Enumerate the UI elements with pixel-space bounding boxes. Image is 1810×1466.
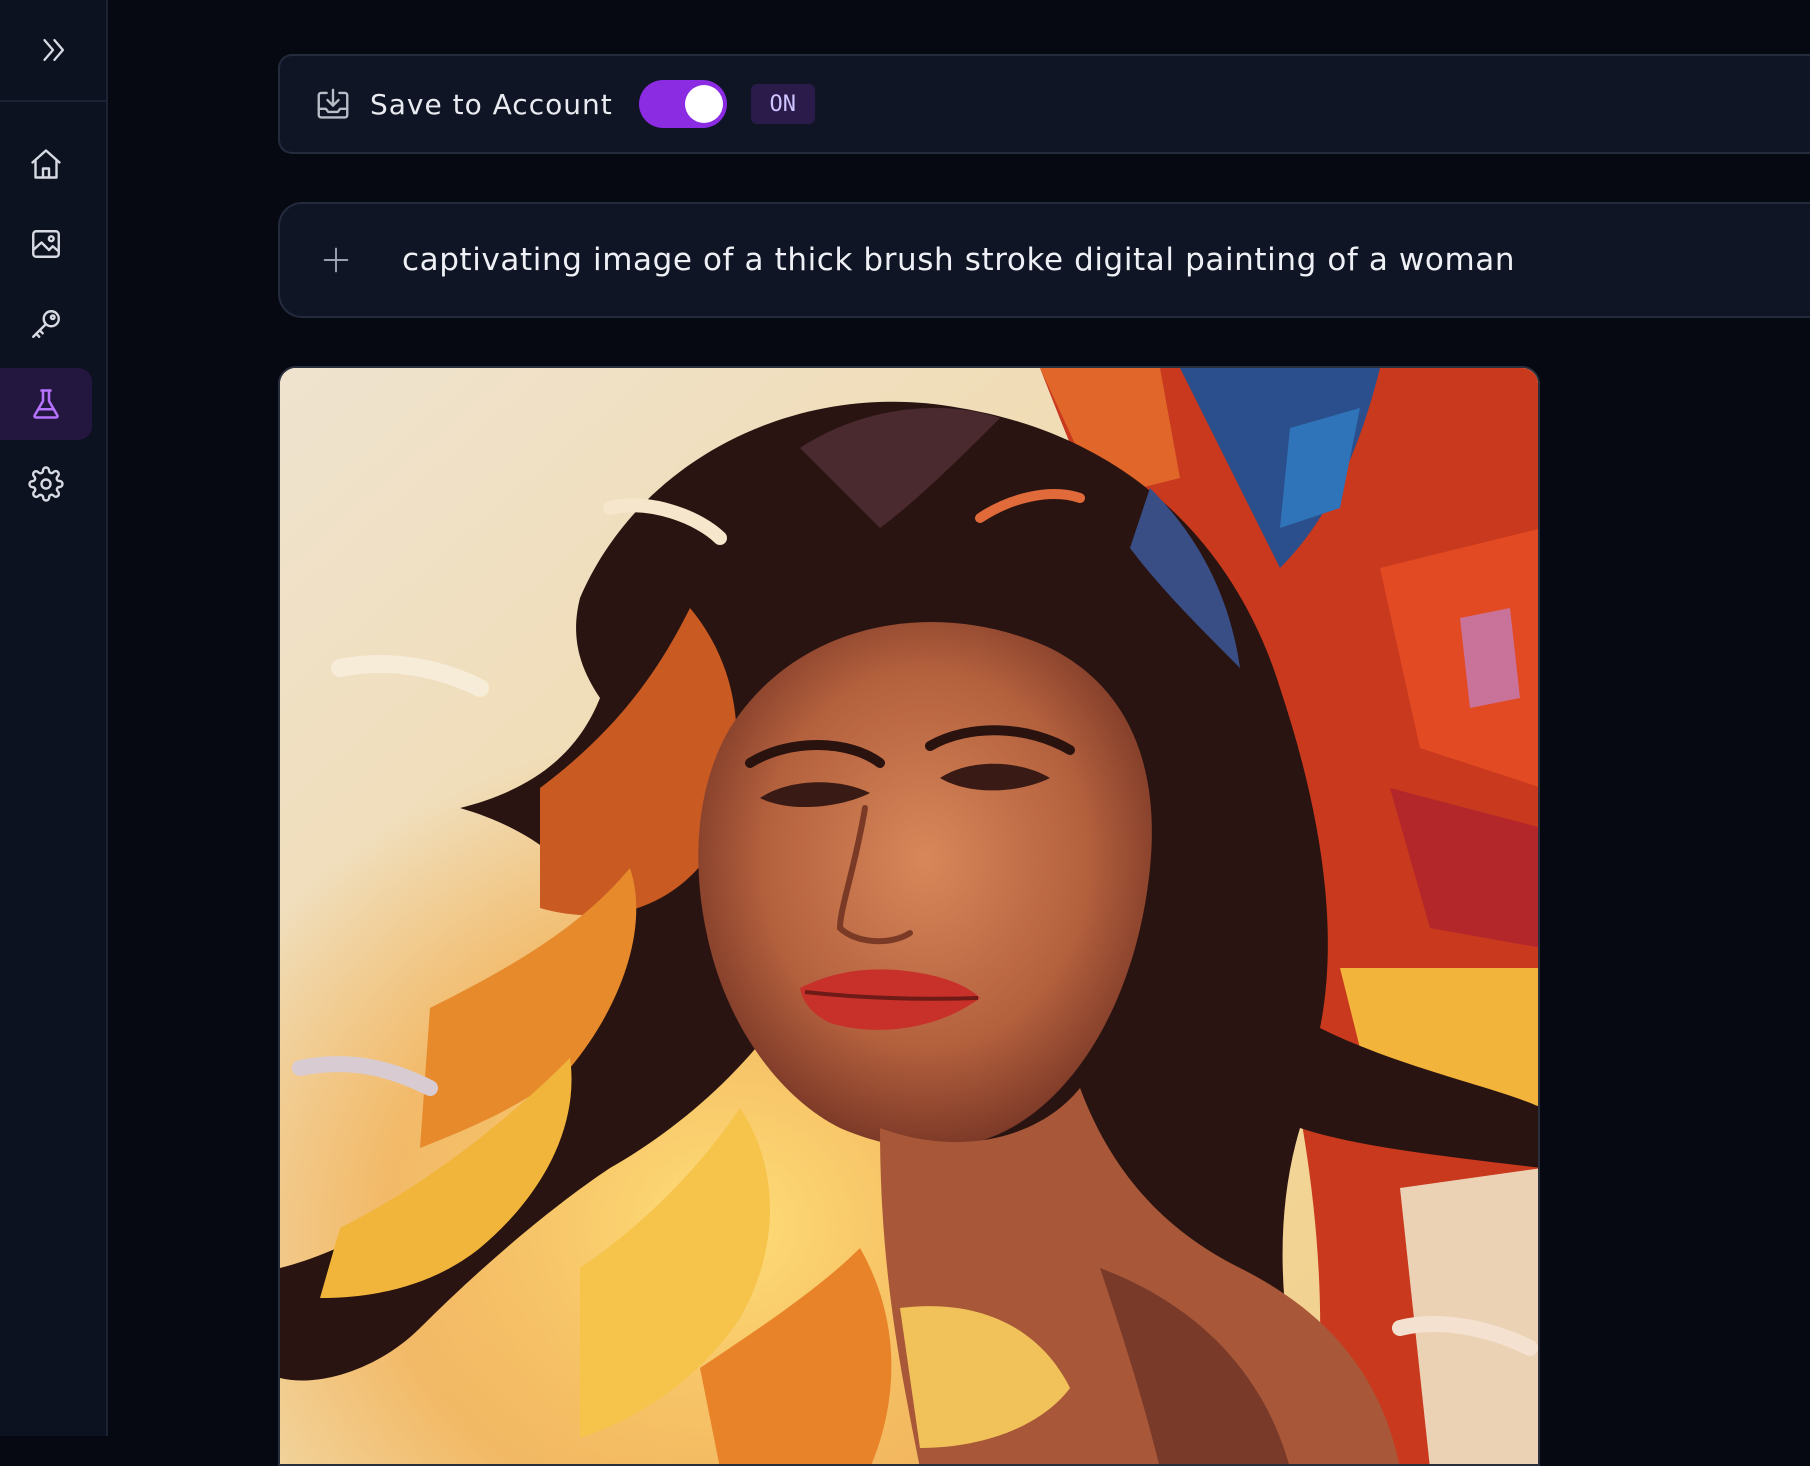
sidebar-item-api-keys[interactable] xyxy=(0,288,92,360)
sidebar-item-images[interactable] xyxy=(0,208,92,280)
key-icon xyxy=(32,310,60,338)
save-to-account-toggle[interactable] xyxy=(638,80,727,128)
sidebar-item-home[interactable] xyxy=(0,128,92,200)
save-to-account-label: Save to Account xyxy=(370,87,613,121)
chevrons-right-icon xyxy=(43,38,65,62)
image-icon xyxy=(32,230,60,258)
status-badge: ON xyxy=(750,84,815,124)
plus-icon xyxy=(323,247,349,273)
sidebar-header xyxy=(0,0,106,102)
home-icon xyxy=(31,149,61,179)
prompt-bar: captivating image of a thick brush strok… xyxy=(278,202,1810,318)
expand-sidebar-button[interactable] xyxy=(17,14,89,86)
sidebar xyxy=(0,0,108,1436)
add-button[interactable] xyxy=(308,232,364,288)
sidebar-item-lab[interactable] xyxy=(0,368,92,440)
painting-image xyxy=(280,368,1538,1464)
prompt-input[interactable]: captivating image of a thick brush strok… xyxy=(402,242,1515,278)
download-tray-icon xyxy=(317,88,349,119)
save-to-account-bar: Save to Account ON xyxy=(278,54,1810,154)
sidebar-item-settings[interactable] xyxy=(0,448,92,520)
main-content: Save to Account ON captivating image of … xyxy=(108,0,1810,1466)
sidebar-nav xyxy=(0,120,106,520)
toggle-knob xyxy=(684,85,723,123)
gear-icon xyxy=(28,466,64,502)
flask-icon xyxy=(33,389,59,419)
generated-image[interactable] xyxy=(278,366,1540,1466)
